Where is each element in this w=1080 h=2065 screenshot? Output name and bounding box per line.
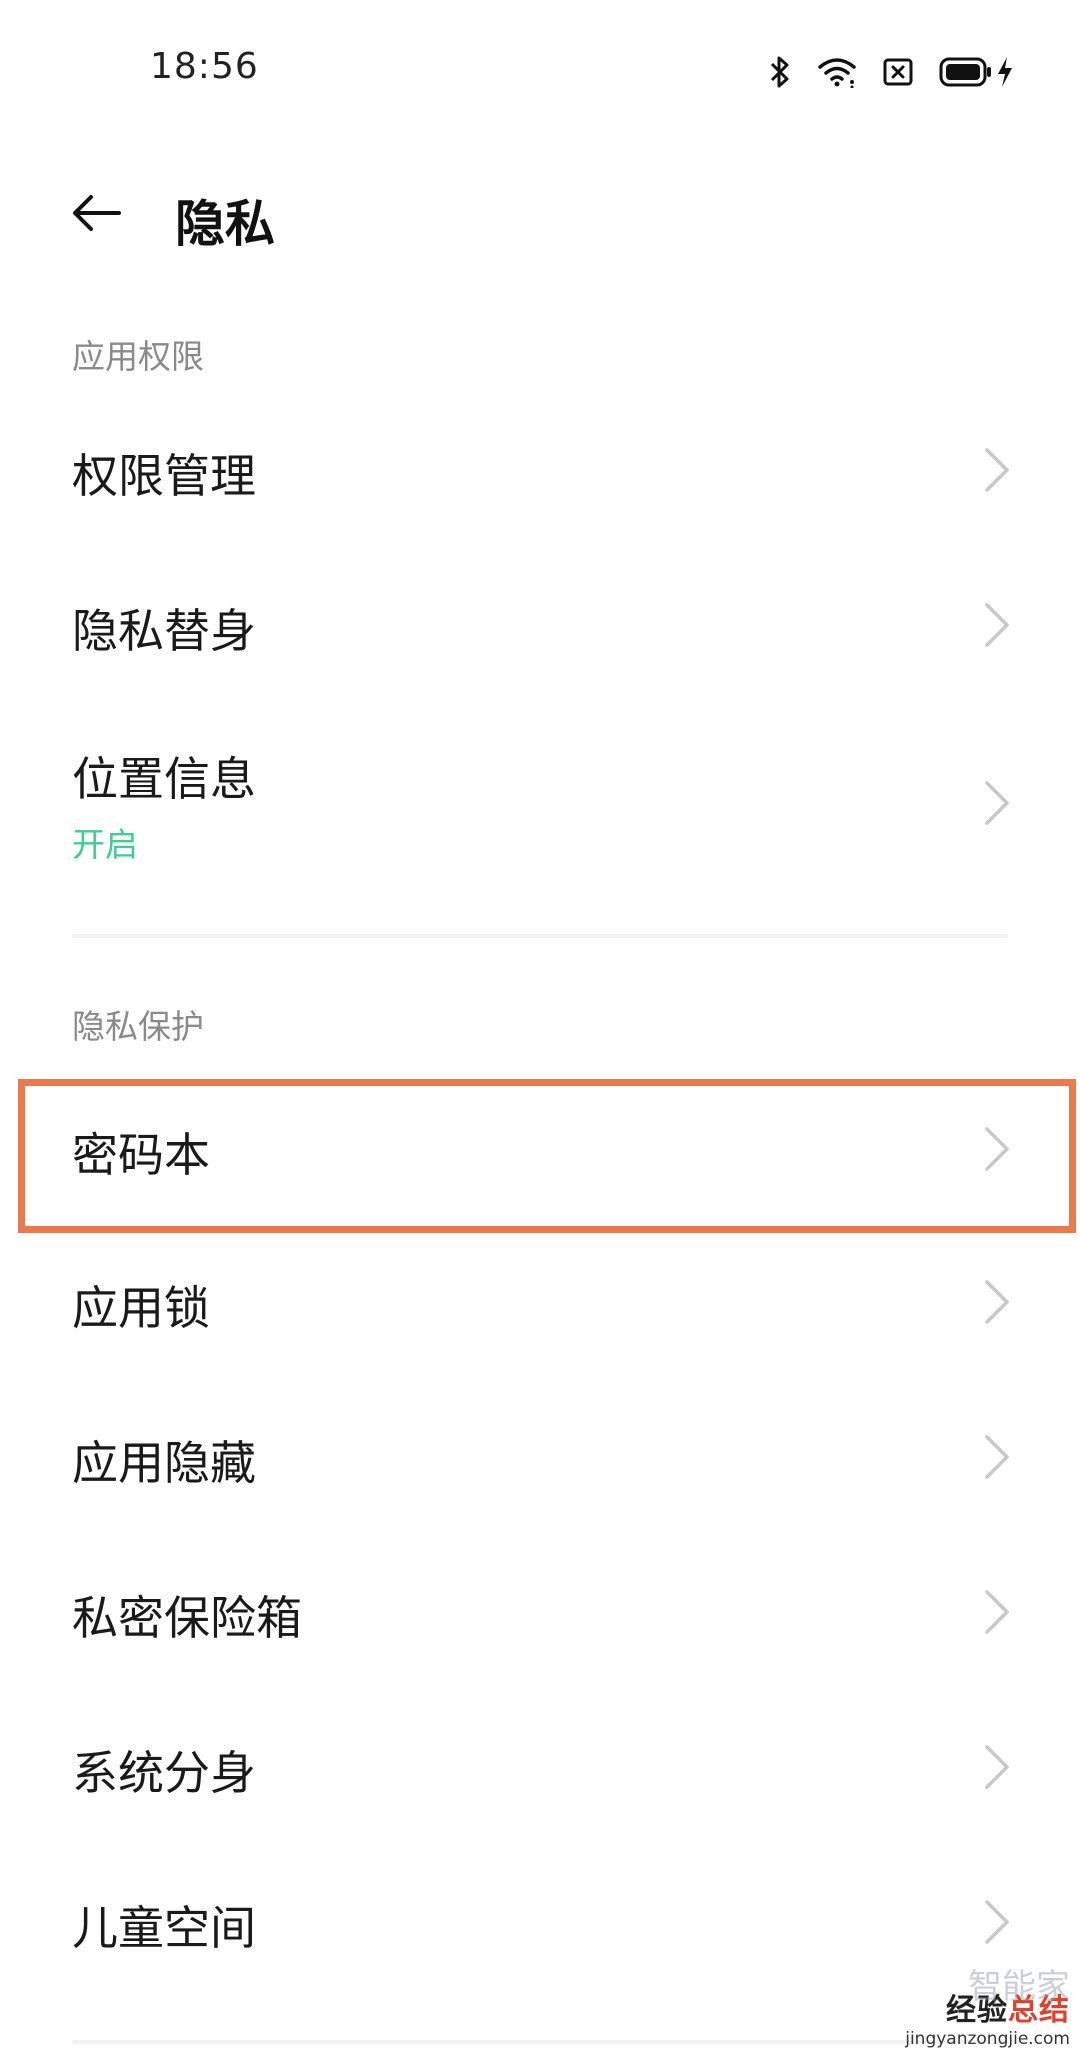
chevron-right-icon	[985, 1280, 1009, 1324]
battery-icon	[939, 56, 1014, 88]
chevron-right-icon	[985, 781, 1009, 825]
chevron-right-icon	[985, 1435, 1009, 1479]
wifi-icon	[817, 56, 857, 88]
list-item-private-safe[interactable]: 私密保险箱	[0, 1550, 1080, 1695]
list-item-system-clone[interactable]: 系统分身	[0, 1705, 1080, 1850]
list-item-label: 应用隐藏	[72, 1436, 256, 1490]
list-item-label: 系统分身	[72, 1746, 256, 1800]
status-bar: 18:56	[0, 0, 1080, 140]
list-item-privacy-proxy[interactable]: 隐私替身	[0, 555, 1080, 695]
list-item-label: 儿童空间	[72, 1901, 256, 1955]
charging-bolt-icon	[996, 56, 1014, 88]
bluetooth-icon	[769, 55, 791, 89]
page-title: 隐私	[175, 195, 275, 253]
list-item-label: 权限管理	[72, 449, 256, 503]
highlight-box	[18, 1079, 1076, 1233]
watermark: 智能家 经验总结 jingyanzongjie.com	[870, 1967, 1070, 2065]
app-header: 隐私	[0, 160, 1080, 270]
section-label-privacy-protection: 隐私保护	[72, 1007, 204, 1046]
chevron-right-icon	[985, 1590, 1009, 1634]
status-icons	[769, 52, 1014, 92]
list-item-label: 隐私替身	[72, 604, 256, 658]
watermark-faint-text: 智能家	[968, 1967, 1070, 2007]
chevron-right-icon	[985, 603, 1009, 647]
list-item-label: 应用锁	[72, 1281, 210, 1335]
location-status: 开启	[72, 825, 138, 864]
chevron-right-icon	[985, 1900, 1009, 1944]
section-divider	[72, 2040, 1008, 2044]
no-sim-icon	[883, 58, 913, 86]
list-item-app-lock[interactable]: 应用锁	[0, 1240, 1080, 1385]
section-divider	[72, 934, 1008, 938]
watermark-url: jingyanzongjie.com	[905, 2029, 1070, 2049]
list-item-location[interactable]: 位置信息 开启	[0, 715, 1080, 890]
chevron-right-icon	[985, 448, 1009, 492]
list-item-label: 私密保险箱	[72, 1591, 302, 1645]
list-item-kids-space[interactable]: 儿童空间	[0, 1860, 1080, 2005]
chevron-right-icon	[985, 1745, 1009, 1789]
section-label-app-permissions: 应用权限	[72, 337, 204, 376]
status-time: 18:56	[150, 46, 259, 87]
list-item-app-hide[interactable]: 应用隐藏	[0, 1395, 1080, 1540]
back-button[interactable]	[62, 180, 132, 250]
list-item-label: 位置信息	[72, 752, 256, 806]
list-item-permission-management[interactable]: 权限管理	[0, 400, 1080, 540]
arrow-left-icon	[71, 193, 123, 237]
